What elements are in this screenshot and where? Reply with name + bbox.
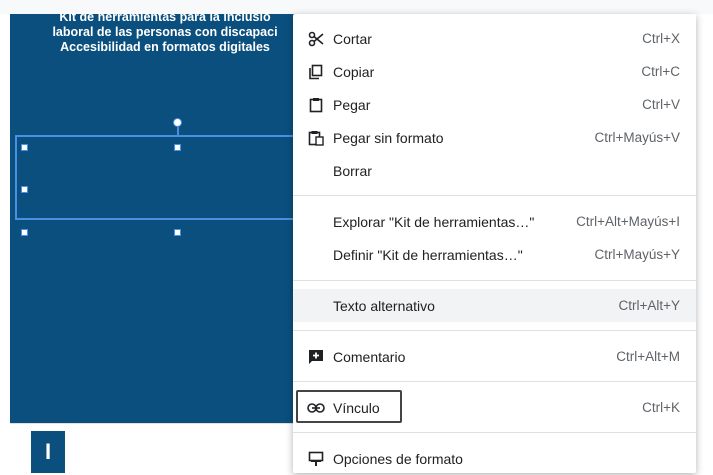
menu-item-shortcut: Ctrl+X [642,31,680,46]
resize-handle-bottom-left[interactable] [21,229,28,236]
menu-item-label: Definir "Kit de herramientas…" [333,246,523,263]
resize-handle-left[interactable] [21,186,28,193]
menu-item-label: Explorar "Kit de herramientas…" [333,213,535,230]
menu-item-label: Copiar [333,63,375,80]
menu-item-shortcut: Ctrl+Mayús+V [594,130,680,145]
clipboard-icon [307,96,325,114]
textbox-text[interactable]: Kit de herramientas para la inclusió lab… [20,10,310,55]
menu-item-shortcut: Ctrl+Mayús+Y [594,247,680,262]
menu-item-shortcut: Ctrl+K [642,400,680,415]
menu-item-label: Borrar [333,162,372,179]
menu-item-label: Texto alternativo [333,297,435,314]
menu-separator [293,280,696,281]
menu-item-texto-alternativo[interactable]: Texto alternativo Ctrl+Alt+Y [293,289,696,322]
menu-item-borrar[interactable]: Borrar [293,154,696,187]
menu-item-cortar[interactable]: Cortar Ctrl+X [293,22,696,55]
menu-item-opciones-de-formato[interactable]: Opciones de formato [293,442,696,475]
menu-item-shortcut: Ctrl+Alt+Mayús+I [576,214,680,229]
add-comment-icon [307,348,325,366]
menu-separator [293,330,696,331]
menu-item-shortcut: Ctrl+Alt+Y [618,298,680,313]
selected-textbox[interactable] [15,135,305,220]
resize-handle-bottom[interactable] [174,229,181,236]
menu-item-label: Comentario [333,348,406,365]
menu-item-label: Cortar [333,30,372,47]
menu-item-definir[interactable]: Definir "Kit de herramientas…" Ctrl+Mayú… [293,238,696,271]
menu-item-pegar[interactable]: Pegar Ctrl+V [293,88,696,121]
menu-item-copiar[interactable]: Copiar Ctrl+C [293,55,696,88]
menu-separator [293,381,696,382]
menu-item-label: Opciones de formato [333,450,463,467]
resize-handle-top[interactable] [174,144,181,151]
clipboard-plain-icon [307,129,325,147]
rotate-handle-line [177,127,179,137]
menu-item-explorar[interactable]: Explorar "Kit de herramientas…" Ctrl+Alt… [293,205,696,238]
keyboard-focus-ring [296,390,402,423]
menu-item-label: Pegar sin formato [333,129,444,146]
copy-icon [307,63,325,81]
menu-item-shortcut: Ctrl+V [642,97,680,112]
resize-handle-top-left[interactable] [21,144,28,151]
text-cursor-icon: I [31,431,65,473]
menu-separator [293,195,696,196]
format-options-icon [307,450,325,468]
menu-separator [293,432,696,433]
scissors-icon [307,30,325,48]
menu-item-pegar-sin-formato[interactable]: Pegar sin formato Ctrl+Mayús+V [293,121,696,154]
menu-item-shortcut: Ctrl+Alt+M [616,349,680,364]
menu-item-label: Pegar [333,96,371,113]
menu-item-comentario[interactable]: Comentario Ctrl+Alt+M [293,340,696,373]
rotate-handle[interactable] [173,118,182,127]
menu-item-shortcut: Ctrl+C [641,64,680,79]
